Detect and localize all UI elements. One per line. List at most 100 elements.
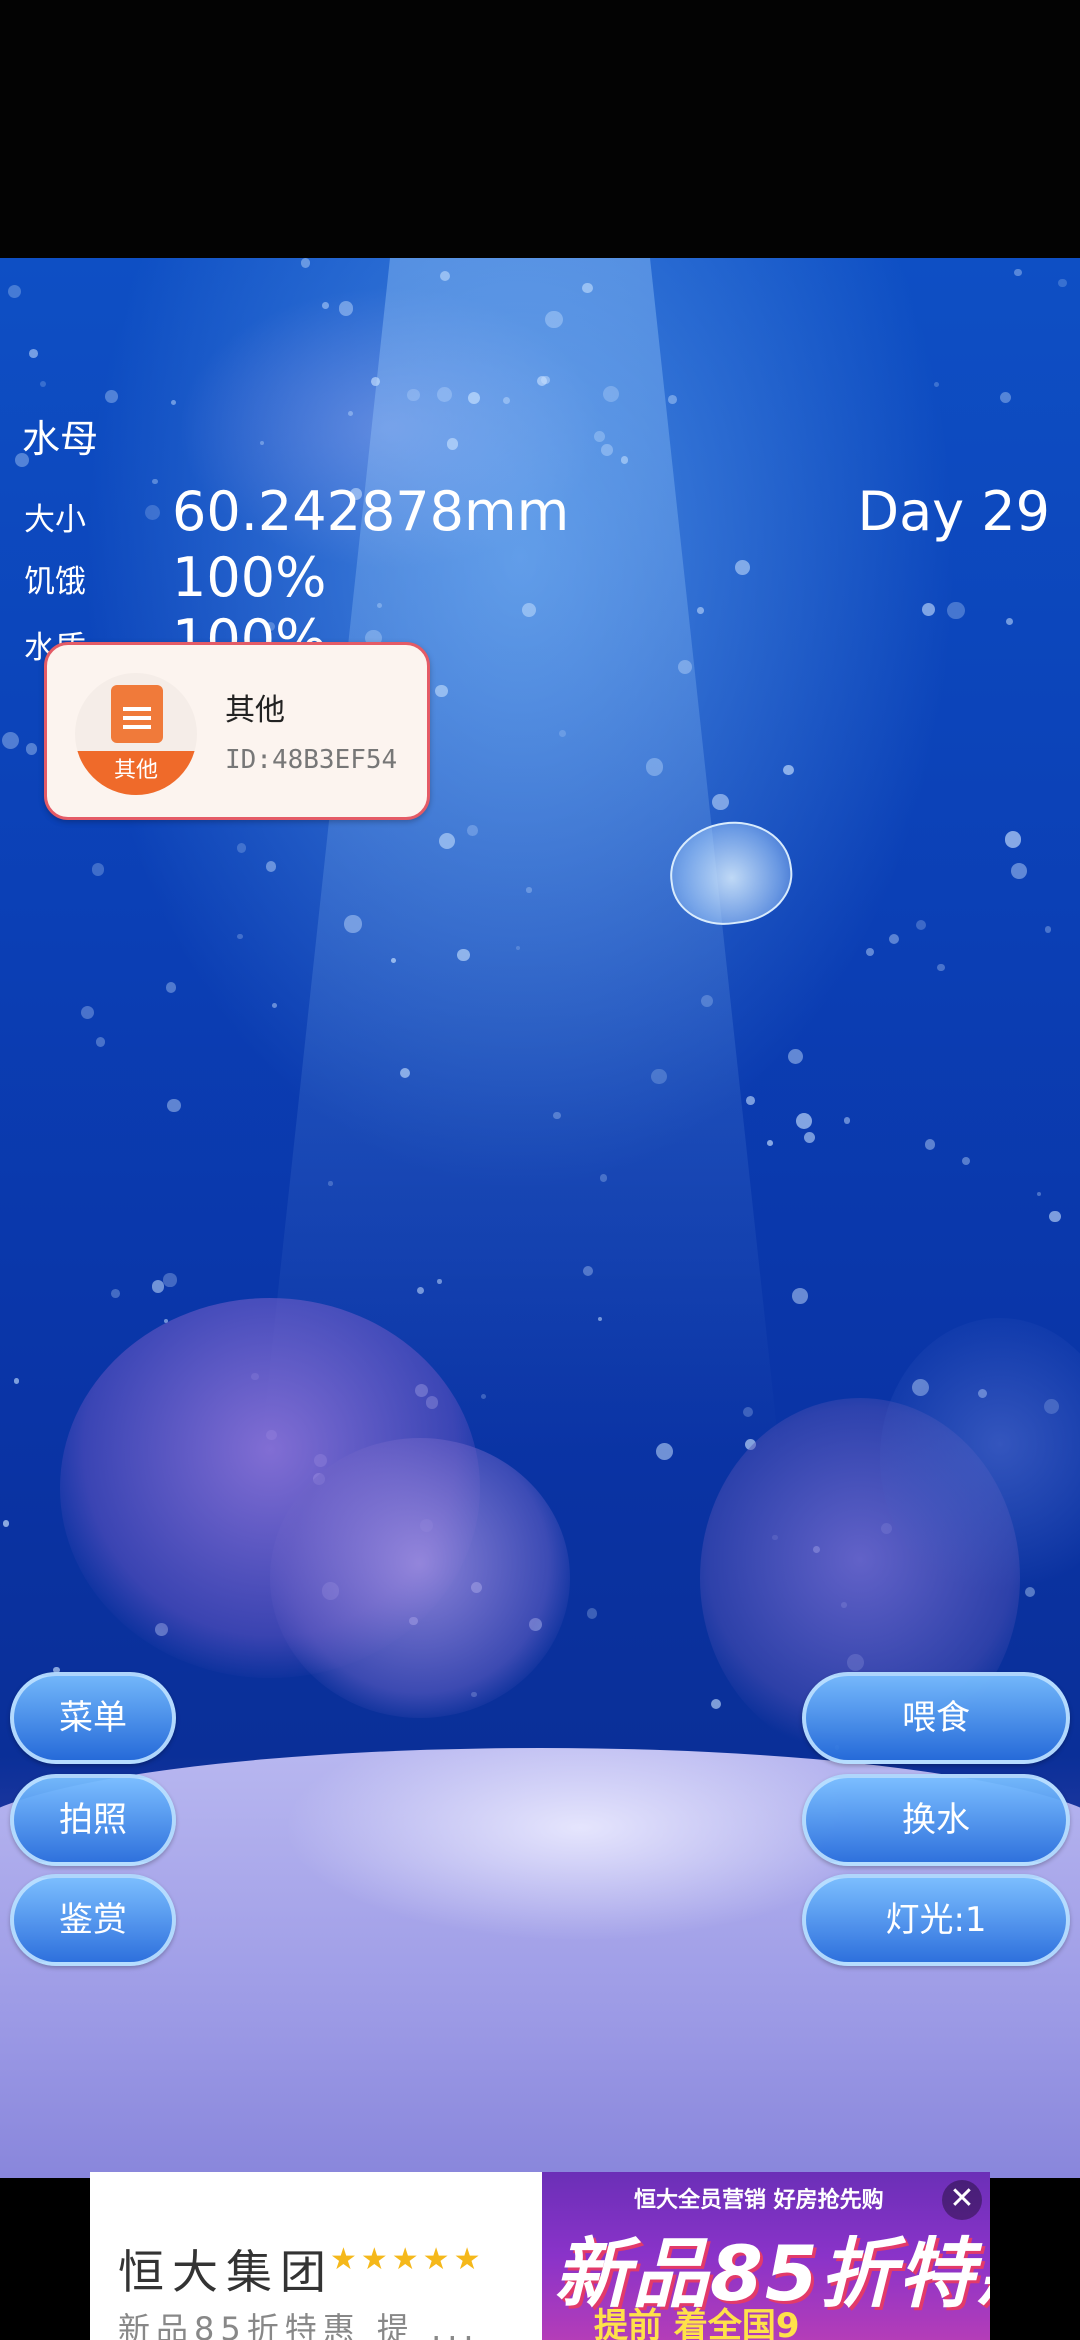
bubble (582, 283, 593, 294)
bubble (3, 1520, 10, 1527)
ad-banner-bottom: 提前 着全国9 (594, 2306, 800, 2340)
bubble (322, 302, 329, 309)
bubble (865, 948, 875, 957)
bubble (933, 382, 940, 388)
coral-left-2 (270, 1438, 570, 1718)
bubble (25, 743, 38, 756)
bubble (347, 410, 354, 417)
bubble (796, 1113, 812, 1130)
bubble (1049, 1210, 1061, 1223)
bubble (620, 455, 629, 464)
bubble (39, 380, 46, 388)
menu-button[interactable]: 菜单 (10, 1672, 176, 1764)
bubble (152, 478, 158, 484)
bubble (742, 1406, 753, 1417)
bubble (668, 395, 678, 405)
bubble (29, 348, 38, 358)
bubble (700, 994, 713, 1008)
bubble (399, 1067, 410, 1078)
photo-button[interactable]: 拍照 (10, 1774, 176, 1866)
icon-badge: 其他 (75, 751, 197, 795)
bubble (1037, 1191, 1042, 1196)
bubble (171, 400, 177, 406)
bubble (435, 684, 448, 697)
bubble (947, 601, 965, 620)
ad-banner-image[interactable]: 恒大全员营销 好房抢先购 新品85折特惠 提前 着全国9 (542, 2172, 990, 2340)
bubble (1044, 926, 1052, 933)
bubble (1011, 863, 1027, 880)
file-category-icon: 其他 (75, 673, 197, 795)
bubble (734, 560, 750, 576)
bubble (265, 861, 277, 872)
app-info-popup[interactable]: 其他 其他 ID:48B3EF54 (44, 642, 430, 820)
bubble (339, 301, 354, 316)
bubble (467, 825, 478, 836)
hunger-label: 饥饿 (24, 564, 86, 600)
ad-subtitle: 新品85折特惠 提 ... (118, 2310, 480, 2340)
bubble (236, 843, 247, 853)
bubble (328, 1181, 333, 1186)
size-value: 60.242878mm (172, 480, 570, 543)
bubble (1004, 831, 1022, 848)
popup-id: ID:48B3EF54 (225, 745, 398, 775)
change-water-button[interactable]: 换水 (802, 1774, 1070, 1866)
bubble (163, 1273, 177, 1287)
day-counter: Day 29 (857, 480, 1050, 543)
bubble (151, 1280, 165, 1293)
bubble (446, 438, 459, 450)
light-button[interactable]: 灯光:1 (802, 1874, 1070, 1966)
ad-text-panel[interactable]: 恒大集团 ★★★★★ 新品85折特惠 提 ... (90, 2172, 542, 2340)
bubble (437, 1279, 442, 1285)
bubble (767, 1140, 774, 1147)
bubble (144, 504, 160, 520)
bubble (924, 1139, 936, 1150)
bubble (407, 388, 420, 402)
bubble (601, 443, 613, 456)
bubble (457, 948, 470, 962)
bubble (521, 602, 536, 618)
bubble (804, 1132, 816, 1144)
bubble (8, 285, 22, 299)
bubble (783, 764, 794, 775)
bubble (1058, 279, 1067, 288)
bubble (540, 375, 550, 385)
bubble (602, 385, 620, 403)
bubble (888, 934, 899, 945)
bubble (467, 392, 480, 405)
bubble (999, 392, 1012, 404)
creature-title: 水母 (22, 417, 99, 461)
bubble (167, 1098, 181, 1112)
ad-close-icon[interactable]: ✕ (942, 2180, 982, 2220)
hunger-value: 100% (172, 546, 327, 609)
bubble (91, 863, 105, 876)
bubble (677, 659, 692, 674)
size-label: 大小 (24, 502, 86, 538)
bubble (391, 958, 396, 964)
bubble (81, 1005, 95, 1020)
bubble (545, 310, 563, 329)
bubble (599, 1174, 607, 1182)
appreciate-button[interactable]: 鉴赏 (10, 1874, 176, 1966)
bubble (111, 1288, 120, 1298)
top-black-bar (0, 0, 1080, 258)
bubble (1013, 268, 1022, 277)
bubble (745, 1096, 755, 1106)
bubble (260, 441, 265, 446)
bubble (1005, 618, 1013, 626)
bubble (583, 1265, 594, 1276)
bubble (300, 258, 311, 268)
bubble (586, 1608, 597, 1619)
bubble (712, 793, 729, 811)
bubble (105, 390, 119, 404)
bubble (962, 1156, 971, 1166)
feed-button[interactable]: 喂食 (802, 1672, 1070, 1764)
bubble (792, 1287, 808, 1304)
bubble (651, 1068, 667, 1084)
ad-rating-stars: ★★★★★ (330, 2242, 485, 2277)
bubble (921, 602, 935, 616)
bubble (937, 964, 945, 972)
bubble (787, 1048, 804, 1065)
bubble (95, 1037, 106, 1047)
bubble (843, 1117, 851, 1124)
bubble (645, 758, 664, 776)
